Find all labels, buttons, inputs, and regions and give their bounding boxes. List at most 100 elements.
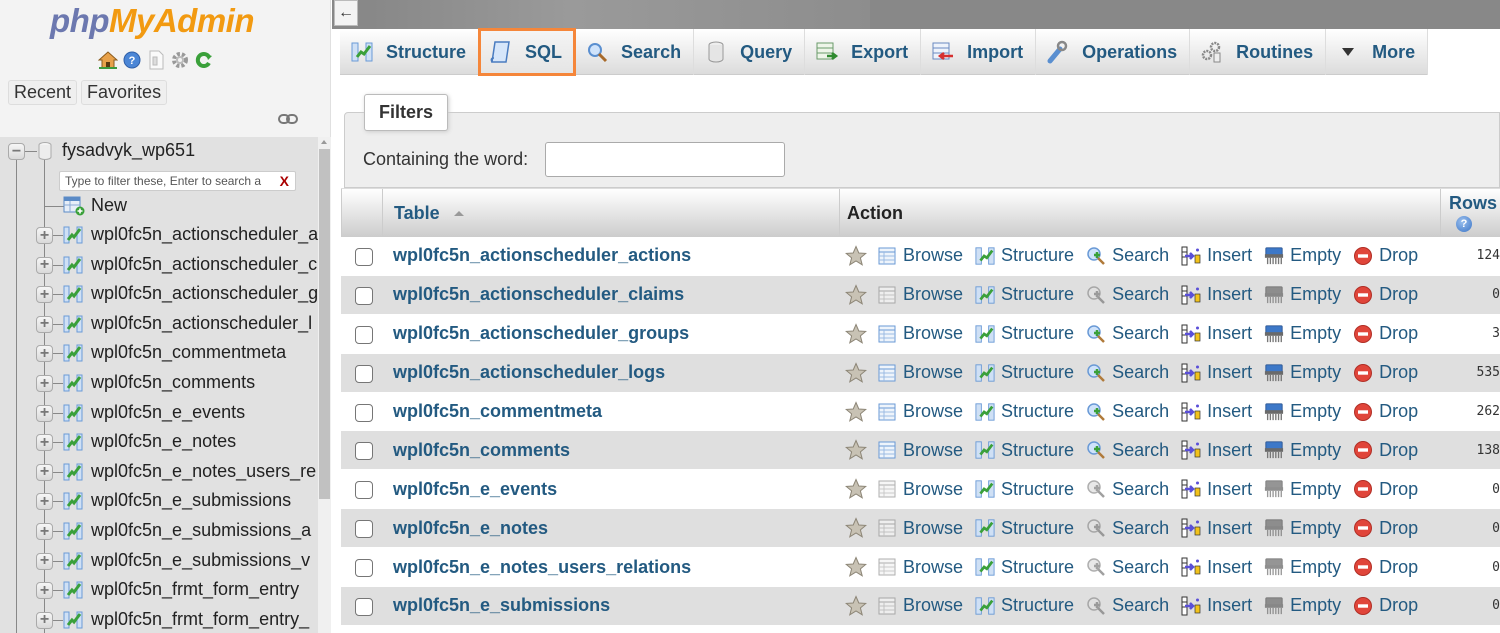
browse-action[interactable]: Browse: [877, 440, 963, 461]
search-action[interactable]: Search: [1086, 479, 1169, 500]
expand-icon[interactable]: +: [36, 463, 53, 481]
tree-table-name[interactable]: wpl0fc5n_actionscheduler_l: [91, 313, 312, 334]
star-icon[interactable]: [844, 400, 868, 423]
scroll-up-icon[interactable]: [321, 140, 327, 144]
table-name-link[interactable]: wpl0fc5n_comments: [393, 440, 570, 461]
collapse-navigation-button[interactable]: ←: [334, 0, 358, 26]
tree-table-item[interactable]: + wpl0fc5n_e_submissions_v: [0, 547, 318, 576]
table-name-link[interactable]: wpl0fc5n_commentmeta: [393, 401, 602, 422]
structure-action[interactable]: Structure: [975, 595, 1074, 616]
expand-icon[interactable]: +: [36, 434, 53, 452]
browse-action[interactable]: Browse: [877, 323, 963, 344]
database-name[interactable]: fysadvyk_wp651: [62, 140, 195, 161]
tree-scrollbar[interactable]: [318, 137, 331, 633]
tree-table-name[interactable]: wpl0fc5n_frmt_form_entry: [91, 579, 299, 600]
tree-table-item[interactable]: + wpl0fc5n_frmt_form_entry: [0, 576, 318, 605]
empty-action[interactable]: Empty: [1264, 245, 1341, 266]
empty-action[interactable]: Empty: [1264, 595, 1341, 616]
structure-action[interactable]: Structure: [975, 557, 1074, 578]
docs-icon[interactable]: [146, 50, 166, 70]
tree-table-name[interactable]: wpl0fc5n_e_events: [91, 402, 245, 423]
tree-table-item[interactable]: + wpl0fc5n_actionscheduler_c: [0, 251, 318, 280]
browse-action[interactable]: Browse: [877, 362, 963, 383]
table-column-header[interactable]: Table: [394, 189, 464, 238]
search-action[interactable]: Search: [1086, 401, 1169, 422]
star-icon[interactable]: [844, 517, 868, 539]
tree-table-name[interactable]: wpl0fc5n_commentmeta: [91, 342, 286, 363]
help-icon[interactable]: ?: [1456, 216, 1472, 232]
tree-table-item[interactable]: + wpl0fc5n_e_events: [0, 399, 318, 428]
row-checkbox[interactable]: [355, 520, 373, 539]
structure-action[interactable]: Structure: [975, 323, 1074, 344]
star-icon[interactable]: [844, 556, 868, 578]
row-checkbox[interactable]: [355, 248, 373, 266]
drop-action[interactable]: Drop: [1353, 557, 1418, 578]
scrollbar-thumb[interactable]: [319, 149, 330, 499]
empty-action[interactable]: Empty: [1264, 323, 1341, 344]
search-action[interactable]: Search: [1086, 323, 1169, 344]
drop-action[interactable]: Drop: [1353, 401, 1418, 422]
table-name-link[interactable]: wpl0fc5n_e_notes_users_relations: [393, 557, 691, 578]
tab-export[interactable]: Export: [805, 29, 922, 75]
row-checkbox[interactable]: [355, 481, 373, 500]
drop-action[interactable]: Drop: [1353, 479, 1418, 500]
empty-action[interactable]: Empty: [1264, 518, 1341, 539]
expand-icon[interactable]: +: [36, 611, 53, 629]
drop-action[interactable]: Drop: [1353, 323, 1418, 344]
expand-icon[interactable]: +: [36, 493, 53, 511]
browse-action[interactable]: Browse: [877, 595, 963, 616]
tree-table-name[interactable]: wpl0fc5n_e_notes: [91, 431, 236, 452]
tree-table-name[interactable]: wpl0fc5n_actionscheduler_g: [91, 283, 318, 304]
table-name-link[interactable]: wpl0fc5n_actionscheduler_logs: [393, 362, 665, 383]
search-action[interactable]: Search: [1086, 440, 1169, 461]
table-name-link[interactable]: wpl0fc5n_actionscheduler_groups: [393, 323, 689, 344]
rows-column-header[interactable]: Rows?: [1449, 189, 1497, 238]
browse-action[interactable]: Browse: [877, 401, 963, 422]
expand-icon[interactable]: +: [36, 375, 53, 392]
row-checkbox[interactable]: [355, 364, 373, 383]
empty-action[interactable]: Empty: [1264, 401, 1341, 422]
structure-action[interactable]: Structure: [975, 245, 1074, 266]
tree-table-name[interactable]: wpl0fc5n_actionscheduler_a: [91, 224, 318, 245]
empty-action[interactable]: Empty: [1264, 557, 1341, 578]
insert-action[interactable]: Insert: [1181, 245, 1252, 266]
browse-action[interactable]: Browse: [877, 284, 963, 305]
star-icon[interactable]: [844, 595, 868, 617]
table-name-link[interactable]: wpl0fc5n_e_events: [393, 479, 557, 500]
tree-table-name[interactable]: wpl0fc5n_e_submissions_v: [91, 550, 310, 571]
insert-action[interactable]: Insert: [1181, 362, 1252, 383]
table-name-link[interactable]: wpl0fc5n_actionscheduler_claims: [393, 284, 684, 305]
expand-icon[interactable]: +: [36, 345, 53, 363]
expand-icon[interactable]: +: [36, 523, 53, 540]
search-action[interactable]: Search: [1086, 595, 1169, 616]
browse-action[interactable]: Browse: [877, 557, 963, 578]
expand-icon[interactable]: +: [36, 286, 53, 304]
tab-routines[interactable]: Routines: [1190, 29, 1327, 75]
phpmyadmin-logo[interactable]: phpMyAdmin: [50, 2, 254, 40]
expand-icon[interactable]: +: [36, 227, 53, 244]
tree-table-name[interactable]: wpl0fc5n_comments: [91, 372, 255, 393]
browse-action[interactable]: Browse: [877, 479, 963, 500]
expand-icon[interactable]: +: [36, 315, 53, 333]
search-action[interactable]: Search: [1086, 245, 1169, 266]
empty-action[interactable]: Empty: [1264, 479, 1341, 500]
reload-icon[interactable]: [194, 50, 214, 70]
settings-icon[interactable]: [170, 50, 190, 70]
browse-action[interactable]: Browse: [877, 245, 963, 266]
tab-sql[interactable]: SQL: [478, 28, 577, 76]
star-icon[interactable]: [844, 361, 868, 384]
star-icon[interactable]: [844, 322, 868, 345]
tab-query[interactable]: Query: [694, 29, 806, 75]
table-name-link[interactable]: wpl0fc5n_e_notes: [393, 518, 548, 539]
star-icon[interactable]: [844, 245, 868, 267]
row-checkbox[interactable]: [355, 598, 373, 617]
structure-action[interactable]: Structure: [975, 362, 1074, 383]
row-checkbox[interactable]: [355, 286, 373, 305]
tree-table-item[interactable]: + wpl0fc5n_actionscheduler_l: [0, 310, 318, 339]
search-action[interactable]: Search: [1086, 362, 1169, 383]
expand-icon[interactable]: +: [36, 582, 53, 600]
tree-table-item[interactable]: + wpl0fc5n_frmt_form_entry_: [0, 606, 318, 633]
insert-action[interactable]: Insert: [1181, 557, 1252, 578]
favorites-button[interactable]: Favorites: [81, 80, 168, 105]
table-name-link[interactable]: wpl0fc5n_e_submissions: [393, 595, 610, 616]
